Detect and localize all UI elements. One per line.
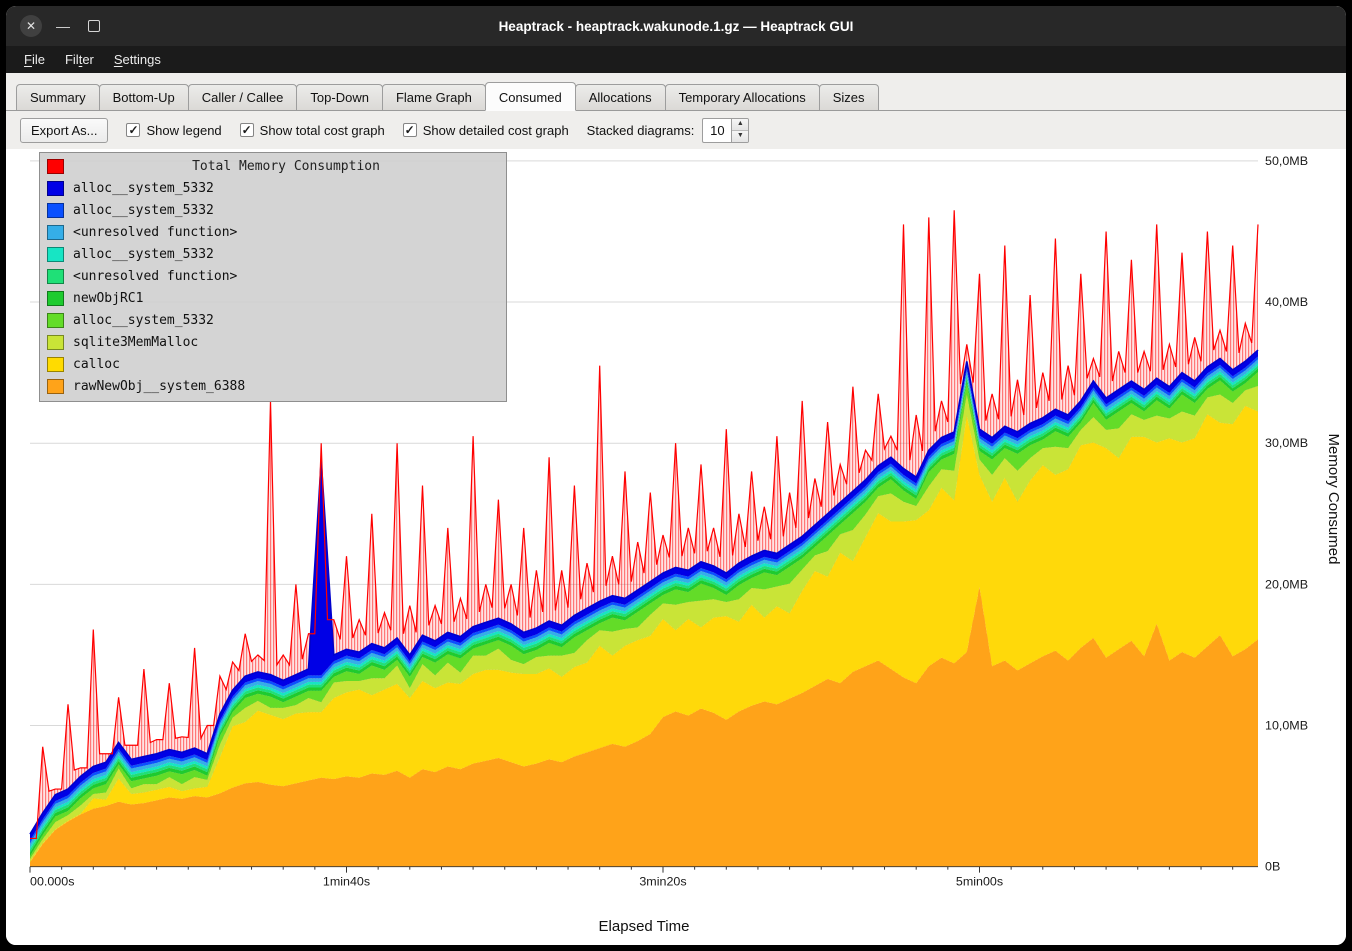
legend-label: newObjRC1 [73,291,143,306]
toolbar: Export As... ✓ Show legend ✓ Show total cos… [6,111,1346,149]
checkbox-label: Show total cost graph [260,123,385,138]
legend-row: alloc__system_5332 [47,199,499,221]
spin-down-button[interactable]: ▼ [732,130,748,142]
legend-swatch [47,181,64,196]
stacked-diagrams-control: Stacked diagrams: 10 ▲ ▼ [587,118,750,143]
checkbox-label: Show legend [146,123,221,138]
legend-swatch [47,291,64,306]
svg-text:1min40s: 1min40s [323,875,370,889]
svg-text:50,0MB: 50,0MB [1265,154,1308,168]
checkbox-show-total-cost-graph[interactable]: ✓ Show total cost graph [240,123,385,138]
svg-text:20,0MB: 20,0MB [1265,577,1308,591]
tab-allocations[interactable]: Allocations [575,84,666,110]
svg-text:00.000s: 00.000s [30,875,74,889]
legend-row: newObjRC1 [47,287,499,309]
legend-label: sqlite3MemMalloc [73,335,198,350]
legend-row: calloc [47,353,499,375]
x-axis-title: Elapsed Time [30,918,1258,935]
legend-row: <unresolved function> [47,265,499,287]
svg-text:3min20s: 3min20s [639,875,686,889]
legend-swatch [47,203,64,218]
svg-text:30,0MB: 30,0MB [1265,436,1308,450]
legend-label: alloc__system_5332 [73,247,214,262]
tab-bottom-up[interactable]: Bottom-Up [99,84,189,110]
legend-swatch [47,379,64,394]
checkbox-box[interactable]: ✓ [240,123,254,137]
tab-consumed[interactable]: Consumed [485,82,576,111]
checkbox-box[interactable]: ✓ [403,123,417,137]
stacked-diagrams-label: Stacked diagrams: [587,123,695,138]
chart-legend: Total Memory Consumption alloc__system_5… [39,152,507,402]
tab-temporary-allocations[interactable]: Temporary Allocations [665,84,820,110]
minimize-button[interactable]: — [54,15,72,37]
checkbox-show-detailed-cost-graph[interactable]: ✓ Show detailed cost graph [403,123,569,138]
tab-bar: SummaryBottom-UpCaller / CalleeTop-DownF… [6,73,1346,111]
y-axis-title: Memory Consumed [1325,434,1342,565]
stacked-diagrams-spinbox[interactable]: 10 ▲ ▼ [702,118,749,143]
checkbox-show-legend[interactable]: ✓ Show legend [126,123,221,138]
legend-label: rawNewObj__system_6388 [73,379,245,394]
legend-label: alloc__system_5332 [73,181,214,196]
legend-swatch [47,269,64,284]
legend-swatch [47,357,64,372]
tab-summary[interactable]: Summary [16,84,100,110]
legend-swatch [47,225,64,240]
export-as-button[interactable]: Export As... [20,118,108,143]
legend-swatch [47,335,64,350]
legend-label: <unresolved function> [73,269,237,284]
maximize-button[interactable] [88,20,100,32]
spin-buttons: ▲ ▼ [731,119,748,142]
legend-row: <unresolved function> [47,221,499,243]
svg-text:10,0MB: 10,0MB [1265,719,1308,733]
legend-label: <unresolved function> [73,225,237,240]
menu-settings[interactable]: Settings [104,48,171,71]
legend-title-row: Total Memory Consumption [47,155,499,177]
stacked-diagrams-value[interactable]: 10 [703,119,731,142]
legend-row: alloc__system_5332 [47,243,499,265]
legend-title: Total Memory Consumption [73,159,499,174]
close-button[interactable]: ✕ [20,15,42,37]
checkbox-label: Show detailed cost graph [423,123,569,138]
menu-file[interactable]: File [14,48,55,71]
menu-filter[interactable]: Filter [55,48,104,71]
checkbox-box[interactable]: ✓ [126,123,140,137]
menu-bar: FileFilterSettings [6,46,1346,73]
tab-sizes[interactable]: Sizes [819,84,879,110]
legend-row: rawNewObj__system_6388 [47,375,499,397]
chart-area: 0B 10,0MB 20,0MB 30,0MB 40,0MB 50,0MB 00.000s 1… [6,149,1346,945]
legend-title-swatch [47,159,64,174]
legend-row: alloc__system_5332 [47,309,499,331]
tab-top-down[interactable]: Top-Down [296,84,383,110]
spin-up-button[interactable]: ▲ [732,119,748,130]
legend-label: calloc [73,357,120,372]
legend-label: alloc__system_5332 [73,203,214,218]
window-controls: ✕ — [6,15,104,37]
legend-label: alloc__system_5332 [73,313,214,328]
toolbar-checkboxes: ✓ Show legend ✓ Show total cost graph ✓ Show … [126,123,568,138]
svg-text:5min00s: 5min00s [956,875,1003,889]
title-bar: ✕ — Heaptrack - heaptrack.wakunode.1.gz … [6,6,1346,46]
svg-text:0B: 0B [1265,860,1280,874]
legend-swatch [47,247,64,262]
legend-row: alloc__system_5332 [47,177,499,199]
tab-flame-graph[interactable]: Flame Graph [382,84,486,110]
legend-row: sqlite3MemMalloc [47,331,499,353]
app-window: ✕ — Heaptrack - heaptrack.wakunode.1.gz … [0,0,1352,951]
legend-swatch [47,313,64,328]
svg-text:40,0MB: 40,0MB [1265,295,1308,309]
window-title: Heaptrack - heaptrack.wakunode.1.gz — He… [6,19,1346,34]
tab-caller-callee[interactable]: Caller / Callee [188,84,298,110]
